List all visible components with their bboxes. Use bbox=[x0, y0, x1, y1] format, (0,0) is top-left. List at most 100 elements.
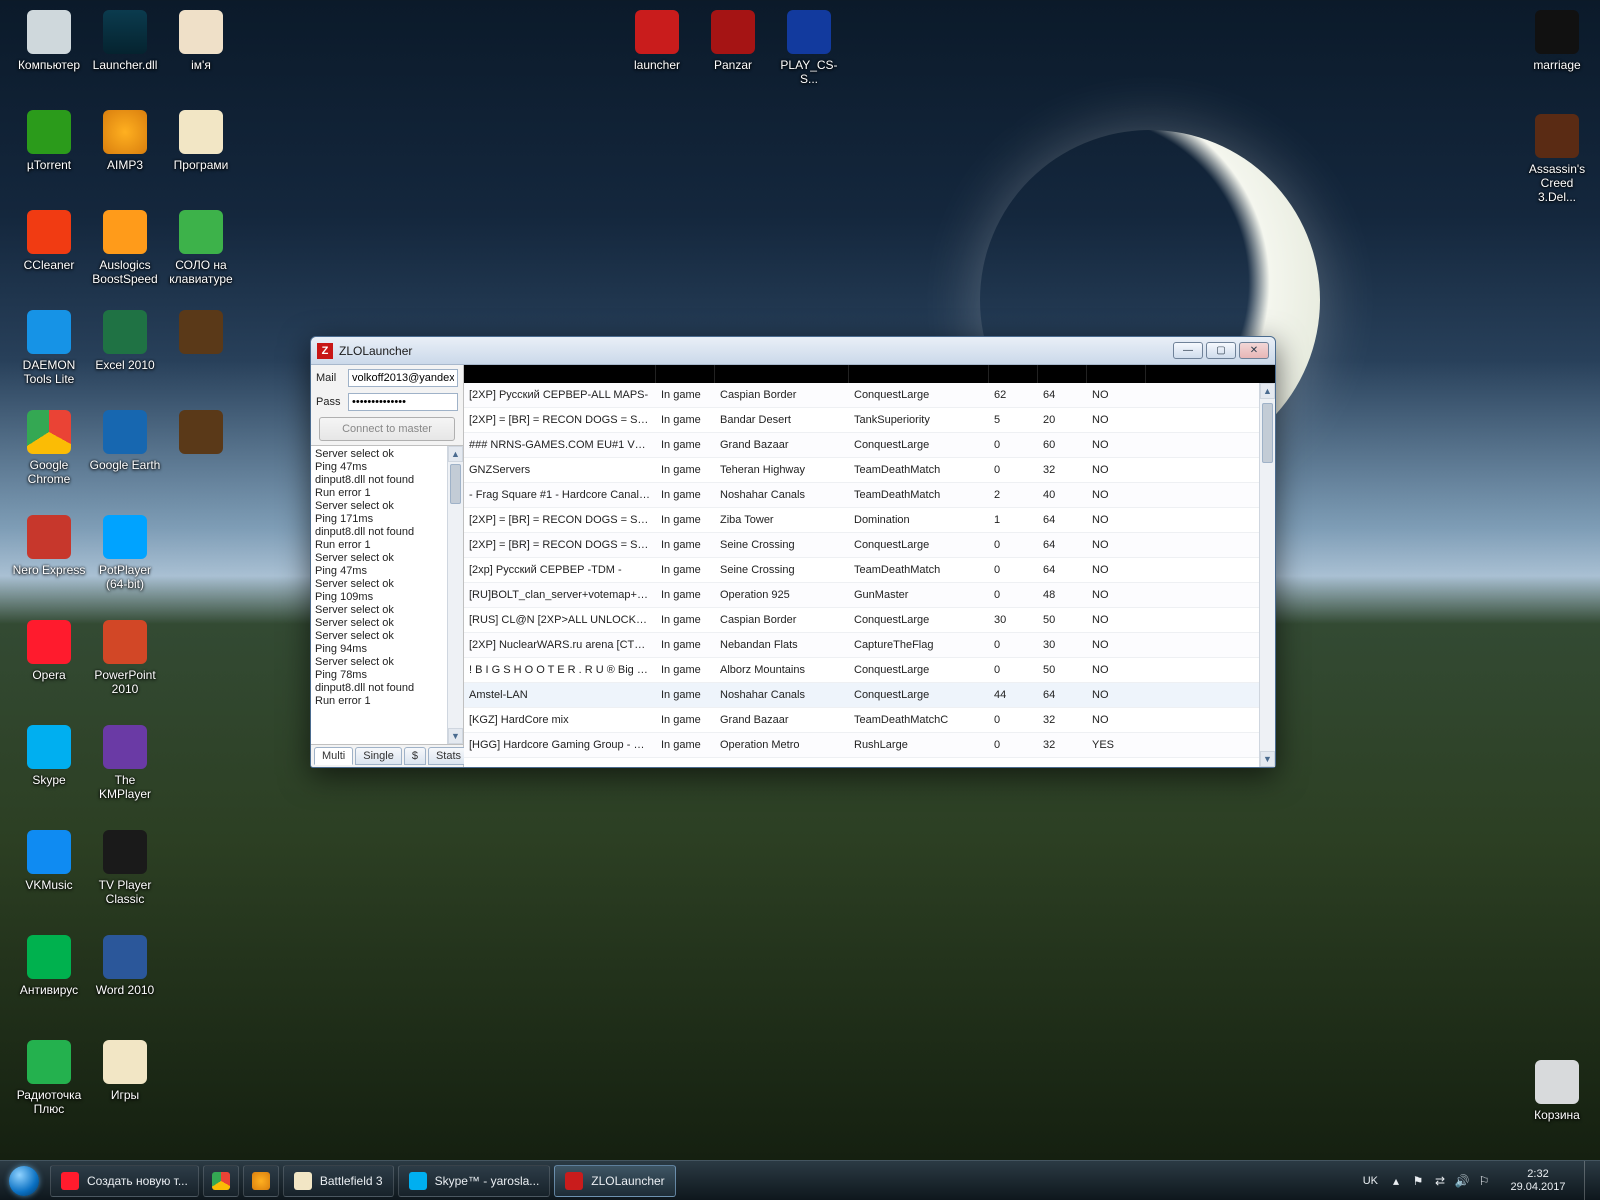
taskbar-clock[interactable]: 2:32 29.04.2017 bbox=[1498, 1168, 1578, 1194]
cell-name: - Frag Square #1 - Hardcore Canals TD bbox=[464, 489, 656, 501]
pass-input[interactable] bbox=[348, 393, 458, 411]
desktop-icon-programs[interactable]: Програми bbox=[164, 110, 238, 172]
server-row[interactable]: [RUS] CL@N [2XP>ALL UNLOCKED>AlIn gameCa… bbox=[464, 608, 1259, 633]
maximize-button[interactable]: ▢ bbox=[1206, 342, 1236, 359]
server-row[interactable]: [HGG] Hardcore Gaming Group - Rush/AIn g… bbox=[464, 733, 1259, 758]
log-scrollbar[interactable]: ▲ ▼ bbox=[447, 446, 463, 744]
desktop-icon-auslogics[interactable]: Auslogics BoostSpeed bbox=[88, 210, 162, 286]
cell-state: In game bbox=[656, 389, 715, 401]
desktop-icon-launcher[interactable]: launcher bbox=[620, 10, 694, 72]
desktop-icon-trash[interactable]: Корзина bbox=[1520, 1060, 1594, 1122]
mode-tabs: MultiSingle$Stats bbox=[311, 744, 463, 767]
desktop-icon-tvp[interactable]: TV Player Classic bbox=[88, 830, 162, 906]
server-row[interactable]: [RU]BOLT_clan_server+votemap+votIn gameO… bbox=[464, 583, 1259, 608]
system-tray[interactable]: UK ▴ ⚑ ⇄ 🔊 ⚐ 2:32 29.04.2017 bbox=[1355, 1161, 1600, 1200]
desktop-icon-km[interactable]: The KMPlayer bbox=[88, 725, 162, 801]
tray-action-center-icon[interactable]: ⚐ bbox=[1476, 1173, 1492, 1189]
titlebar[interactable]: Z ZLOLauncher — ▢ ✕ bbox=[311, 337, 1275, 365]
scroll-thumb[interactable] bbox=[450, 464, 461, 504]
tray-network-icon[interactable]: ⇄ bbox=[1432, 1173, 1448, 1189]
server-row[interactable]: [2XP] = [BR] = RECON DOGS = SPTZ =In gam… bbox=[464, 408, 1259, 433]
tab-stats[interactable]: Stats bbox=[428, 747, 469, 765]
desktop-icon-gearth[interactable]: Google Earth bbox=[88, 410, 162, 472]
server-row[interactable]: [2XP] Русский СЕРВЕР-ALL MAPS-In gameCas… bbox=[464, 383, 1259, 408]
desktop-icon-computer[interactable]: Компьютер bbox=[12, 10, 86, 72]
desktop-icon-misc1[interactable] bbox=[164, 310, 238, 358]
cell-pb: NO bbox=[1087, 664, 1146, 676]
server-row[interactable]: Amstel-LANIn gameNoshahar CanalsConquest… bbox=[464, 683, 1259, 708]
icon-label: Excel 2010 bbox=[88, 358, 162, 372]
desktop-icon-marriage[interactable]: marriage bbox=[1520, 10, 1594, 72]
icon-label: Програми bbox=[164, 158, 238, 172]
scroll-thumb[interactable] bbox=[1262, 403, 1273, 463]
desktop-icon-skype[interactable]: Skype bbox=[12, 725, 86, 787]
desktop-icon-av[interactable]: Антивирус bbox=[12, 935, 86, 997]
desktop-icon-chrome[interactable]: Google Chrome bbox=[12, 410, 86, 486]
taskbar-item-opera[interactable]: Создать новую т... bbox=[50, 1165, 199, 1197]
cell-name: GNZServers bbox=[464, 464, 656, 476]
taskbar-item-bf3[interactable]: Battlefield 3 bbox=[283, 1165, 394, 1197]
scroll-up-icon[interactable]: ▲ bbox=[1260, 383, 1275, 399]
cell-max: 50 bbox=[1038, 614, 1087, 626]
language-indicator[interactable]: UK bbox=[1359, 1175, 1382, 1187]
desktop-icon-launcherdll[interactable]: Launcher.dll bbox=[88, 10, 162, 72]
desktop-icon-opera[interactable]: Opera bbox=[12, 620, 86, 682]
scroll-down-icon[interactable]: ▼ bbox=[448, 728, 463, 744]
desktop-icon-nero[interactable]: Nero Express bbox=[12, 515, 86, 577]
desktop-icon-daemon[interactable]: DAEMON Tools Lite bbox=[12, 310, 86, 386]
close-button[interactable]: ✕ bbox=[1239, 342, 1269, 359]
taskbar-item-chrome[interactable] bbox=[203, 1165, 239, 1197]
server-row[interactable]: GNZServersIn gameTeheran HighwayTeamDeat… bbox=[464, 458, 1259, 483]
cell-mode: ConquestLarge bbox=[849, 539, 989, 551]
desktop-icon-pp[interactable]: PowerPoint 2010 bbox=[88, 620, 162, 696]
games-icon bbox=[103, 1040, 147, 1084]
desktop-icon-excel[interactable]: Excel 2010 bbox=[88, 310, 162, 372]
show-desktop-button[interactable] bbox=[1584, 1161, 1596, 1200]
tray-security-icon[interactable]: ⚑ bbox=[1410, 1173, 1426, 1189]
desktop-icon-radio[interactable]: Радиоточка Плюс bbox=[12, 1040, 86, 1116]
desktop-icon-ac3[interactable]: Assassin's Creed 3.Del... bbox=[1520, 114, 1594, 204]
mail-input[interactable] bbox=[348, 369, 458, 387]
desktop-icon-solo[interactable]: СОЛО на клавиатуре bbox=[164, 210, 238, 286]
desktop-icon-imya[interactable]: ім'я bbox=[164, 10, 238, 72]
cell-state: In game bbox=[656, 489, 715, 501]
icon-label: The KMPlayer bbox=[88, 773, 162, 801]
desktop-icon-playcs[interactable]: PLAY_CS-S... bbox=[772, 10, 846, 86]
icon-label: Auslogics BoostSpeed bbox=[88, 258, 162, 286]
table-scrollbar[interactable]: ▲ ▼ bbox=[1259, 383, 1275, 767]
log-line: Ping 109ms bbox=[315, 591, 443, 604]
taskbar-item-skype[interactable]: Skype™ - yarosla... bbox=[398, 1165, 551, 1197]
desktop-icon-games[interactable]: Игры bbox=[88, 1040, 162, 1102]
taskbar-item-aimp[interactable] bbox=[243, 1165, 279, 1197]
cell-mode: TeamDeathMatchC bbox=[849, 714, 989, 726]
tray-volume-icon[interactable]: 🔊 bbox=[1454, 1173, 1470, 1189]
taskbar-item-zlo[interactable]: ZLOLauncher bbox=[554, 1165, 675, 1197]
server-row[interactable]: - Frag Square #1 - Hardcore Canals TDIn … bbox=[464, 483, 1259, 508]
tray-chevron-icon[interactable]: ▴ bbox=[1388, 1173, 1404, 1189]
desktop-icon-ccleaner[interactable]: CCleaner bbox=[12, 210, 86, 272]
server-row[interactable]: [KGZ] HardCore mixIn gameGrand BazaarTea… bbox=[464, 708, 1259, 733]
scroll-down-icon[interactable]: ▼ bbox=[1260, 751, 1275, 767]
server-row[interactable]: [2XP] NuclearWARS.ru arena [CTF|HAIn gam… bbox=[464, 633, 1259, 658]
desktop-icon-vkmusic[interactable]: VKMusic bbox=[12, 830, 86, 892]
server-row[interactable]: [2XP] = [BR] = RECON DOGS = SPTZ =In gam… bbox=[464, 533, 1259, 558]
desktop-icon-word[interactable]: Word 2010 bbox=[88, 935, 162, 997]
server-row[interactable]: [2XP] = [BR] = RECON DOGS = SPTZ =In gam… bbox=[464, 508, 1259, 533]
cell-max: 64 bbox=[1038, 514, 1087, 526]
minimize-button[interactable]: — bbox=[1173, 342, 1203, 359]
desktop-icon-utorrent[interactable]: µTorrent bbox=[12, 110, 86, 172]
desktop-icon-aimp3[interactable]: AIMP3 bbox=[88, 110, 162, 172]
desktop-icon-panzar[interactable]: Panzar bbox=[696, 10, 770, 72]
table-header[interactable] bbox=[464, 365, 1275, 383]
start-button[interactable] bbox=[0, 1161, 48, 1200]
server-row[interactable]: ! B I G S H O O T E R . R U ® Big ConquI… bbox=[464, 658, 1259, 683]
scroll-up-icon[interactable]: ▲ bbox=[448, 446, 463, 462]
connect-button[interactable]: Connect to master bbox=[319, 417, 455, 441]
desktop-icon-potplayer[interactable]: PotPlayer (64-bit) bbox=[88, 515, 162, 591]
tab-single[interactable]: Single bbox=[355, 747, 402, 765]
server-row[interactable]: ### NRNS-GAMES.COM EU#1 VOTEKIn gameGran… bbox=[464, 433, 1259, 458]
desktop-icon-misc2[interactable] bbox=[164, 410, 238, 458]
tab-$[interactable]: $ bbox=[404, 747, 426, 765]
server-row[interactable]: [2xp] Русский СЕРВЕР -TDM -In gameSeine … bbox=[464, 558, 1259, 583]
tab-multi[interactable]: Multi bbox=[314, 747, 353, 765]
